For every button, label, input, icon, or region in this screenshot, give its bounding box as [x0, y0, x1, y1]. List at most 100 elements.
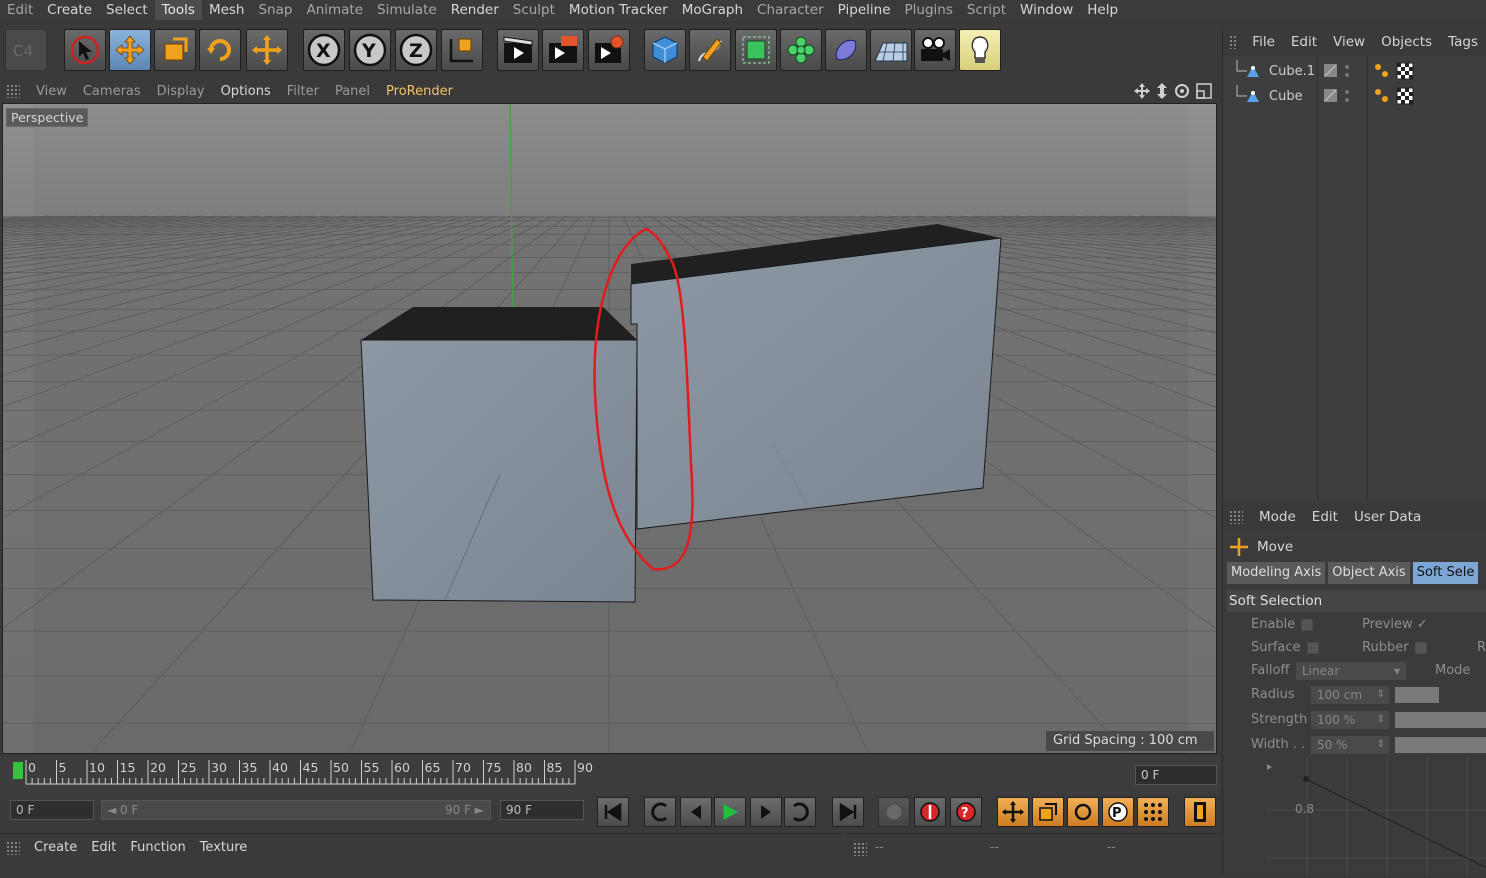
current-frame-field[interactable]: 0 F: [1135, 765, 1217, 785]
render-picture-viewer-icon[interactable]: [542, 29, 584, 71]
viewport-menu-prorender[interactable]: ProRender: [378, 84, 461, 99]
previous-frame-icon[interactable]: [680, 797, 712, 827]
record-point-level-icon[interactable]: [1137, 797, 1169, 827]
render-view-icon[interactable]: [497, 29, 539, 71]
falloff-curve-graph[interactable]: 0.8: [1267, 758, 1486, 874]
world-coordinate-icon[interactable]: [441, 29, 483, 71]
floor-icon[interactable]: [870, 29, 912, 71]
rubber-checkbox[interactable]: [1414, 641, 1427, 654]
width-slider[interactable]: [1395, 737, 1486, 753]
viewport-menu-cameras[interactable]: Cameras: [75, 84, 149, 99]
enable-checkbox[interactable]: [1301, 618, 1314, 631]
play-icon[interactable]: [714, 797, 746, 827]
preview-checkbox[interactable]: ✓: [1417, 617, 1428, 632]
range-slider[interactable]: ◄ 0 F 90 F ►: [101, 800, 491, 820]
start-frame-field[interactable]: 0 F: [10, 800, 94, 820]
recent-tool-icon[interactable]: [246, 29, 288, 71]
zoom-view-icon[interactable]: [1155, 82, 1169, 100]
object-menu-edit[interactable]: Edit: [1283, 34, 1325, 50]
menu-window[interactable]: Window: [1013, 0, 1080, 20]
menu-snap[interactable]: Snap: [251, 0, 299, 20]
visibility-dots-icon[interactable]: [1343, 63, 1351, 79]
object-name[interactable]: Cube: [1269, 89, 1303, 104]
pan-view-icon[interactable]: [1133, 82, 1151, 100]
panel-grip[interactable]: [1229, 35, 1237, 49]
render-settings-icon[interactable]: [588, 29, 630, 71]
material-menu-texture[interactable]: Texture: [194, 840, 256, 855]
falloff-dropdown[interactable]: Linear ▾: [1296, 662, 1406, 680]
keyframe-selection-icon[interactable]: ?: [950, 797, 982, 827]
tag-phong-icon[interactable]: [1373, 87, 1391, 105]
menu-render[interactable]: Render: [444, 0, 506, 20]
menu-simulate[interactable]: Simulate: [370, 0, 444, 20]
viewport-menu-view[interactable]: View: [28, 84, 75, 99]
cube-primitive-icon[interactable]: [644, 29, 686, 71]
viewport-menu-filter[interactable]: Filter: [279, 84, 327, 99]
object-menu-objects[interactable]: Objects: [1373, 34, 1440, 50]
menu-edit[interactable]: Edit: [0, 0, 40, 20]
visibility-dots-icon[interactable]: [1343, 88, 1351, 104]
menu-mograph[interactable]: MoGraph: [675, 0, 750, 20]
panel-grip[interactable]: [6, 840, 20, 855]
pen-spline-icon[interactable]: [689, 29, 731, 71]
menu-select[interactable]: Select: [99, 0, 155, 20]
menu-character[interactable]: Character: [750, 0, 831, 20]
material-menu-edit[interactable]: Edit: [85, 840, 124, 855]
timeline-window-icon[interactable]: [1184, 797, 1216, 827]
radius-slider[interactable]: [1395, 687, 1439, 703]
menu-mesh[interactable]: Mesh: [202, 0, 252, 20]
tag-phong-icon[interactable]: [1373, 62, 1391, 80]
live-selection-icon[interactable]: [64, 29, 106, 71]
object-name[interactable]: Cube.1: [1269, 64, 1315, 79]
menu-sculpt[interactable]: Sculpt: [506, 0, 562, 20]
cloner-icon[interactable]: [780, 29, 822, 71]
tab-modeling-axis[interactable]: Modeling Axis: [1227, 562, 1326, 584]
surface-checkbox[interactable]: [1306, 641, 1319, 654]
record-position-icon[interactable]: [997, 797, 1029, 827]
menu-plugins[interactable]: Plugins: [898, 0, 960, 20]
camera-icon[interactable]: [914, 29, 956, 71]
object-menu-file[interactable]: File: [1244, 34, 1283, 50]
menu-help[interactable]: Help: [1080, 0, 1125, 20]
object-row[interactable]: Cube: [1223, 84, 1486, 108]
tab-soft-sele[interactable]: Soft Sele: [1412, 562, 1479, 584]
scale-tool-icon[interactable]: [154, 29, 196, 71]
object-row[interactable]: Cube.1: [1223, 59, 1486, 83]
object-menu-view[interactable]: View: [1325, 34, 1373, 50]
viewport-menu-options[interactable]: Options: [213, 84, 279, 99]
panel-grip[interactable]: [6, 84, 20, 98]
width-field[interactable]: 50 % ⇕: [1311, 736, 1389, 754]
layer-visibility-icon[interactable]: [1323, 63, 1339, 79]
material-menu-create[interactable]: Create: [28, 840, 85, 855]
strength-slider[interactable]: [1395, 712, 1486, 728]
deformer-icon[interactable]: [825, 29, 867, 71]
menu-motion-tracker[interactable]: Motion Tracker: [562, 0, 675, 20]
viewport-menu-panel[interactable]: Panel: [327, 84, 378, 99]
autokey-icon[interactable]: [914, 797, 946, 827]
tag-material-icon[interactable]: [1396, 87, 1414, 105]
attribute-menu-user-data[interactable]: User Data: [1346, 509, 1429, 525]
menu-animate[interactable]: Animate: [299, 0, 370, 20]
perspective-viewport[interactable]: [2, 103, 1217, 754]
record-scale-icon[interactable]: [1032, 797, 1064, 827]
previous-key-icon[interactable]: [644, 797, 676, 827]
move-tool-icon[interactable]: [109, 29, 151, 71]
next-frame-icon[interactable]: [750, 797, 782, 827]
material-menu-function[interactable]: Function: [124, 840, 193, 855]
undo-icon[interactable]: C4: [5, 29, 47, 71]
menu-create[interactable]: Create: [40, 0, 99, 20]
maximize-view-icon[interactable]: [1195, 82, 1213, 100]
radius-field[interactable]: 100 cm ⇕: [1311, 686, 1389, 704]
x-axis-lock-icon[interactable]: X: [303, 29, 345, 71]
record-disabled-icon[interactable]: [878, 797, 910, 827]
y-axis-lock-icon[interactable]: Y: [349, 29, 391, 71]
layer-visibility-icon[interactable]: [1323, 88, 1339, 104]
timeline-ruler[interactable]: 0 5 10 15 20 25 30 35 40 45 50 55 60 65 70 75 80 85 90: [0, 756, 1220, 794]
camera-label[interactable]: Perspective: [6, 108, 89, 127]
playhead[interactable]: [13, 762, 23, 779]
end-frame-field[interactable]: 90 F: [500, 800, 584, 820]
attribute-menu-edit[interactable]: Edit: [1304, 509, 1346, 525]
menu-script[interactable]: Script: [960, 0, 1013, 20]
record-rotation-icon[interactable]: [1067, 797, 1099, 827]
panel-grip[interactable]: [1229, 510, 1243, 524]
